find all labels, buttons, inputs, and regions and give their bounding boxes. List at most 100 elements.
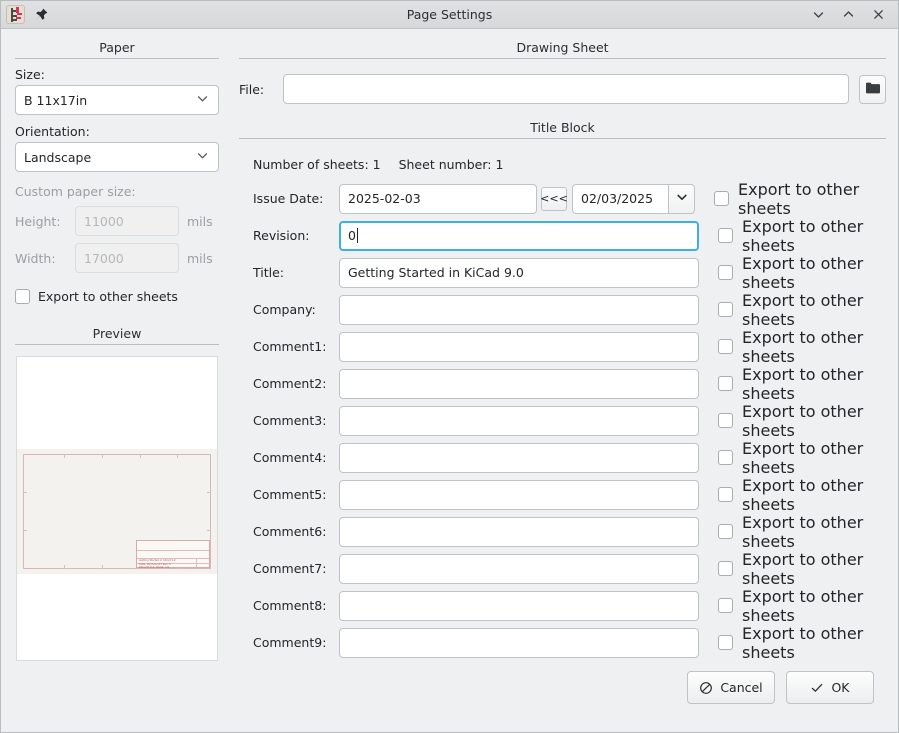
paper-orientation-select[interactable]: Landscape: [15, 142, 219, 172]
title-block-export-checkbox[interactable]: [718, 598, 733, 613]
sheet-number-label: Sheet number: 1: [399, 157, 504, 172]
title-block-export-checkbox[interactable]: [718, 487, 733, 502]
title-block-field-input[interactable]: [339, 517, 699, 547]
title-block-row: Comment3:Export to other sheets: [239, 402, 886, 439]
title-block-export-row[interactable]: Export to other sheets: [718, 291, 886, 329]
sheet-and-titleblock-panel: Drawing Sheet File: Title Block: [233, 29, 898, 732]
title-block-row: Comment2: Export to other sheets: [239, 365, 886, 402]
issue-date-picker[interactable]: 02/03/2025: [572, 184, 695, 214]
custom-height-label: Height:: [15, 214, 67, 229]
issue-date-export-checkbox[interactable]: [714, 191, 729, 206]
title-block-field-input[interactable]: [339, 443, 699, 473]
pin-icon[interactable]: [33, 7, 49, 23]
title-block-export-row[interactable]: Export to other sheets: [718, 217, 886, 255]
title-block-field-label: Comment2:: [239, 376, 339, 391]
title-block-export-row[interactable]: Export to other sheets: [718, 587, 886, 625]
title-block-export-checkbox[interactable]: [718, 635, 733, 650]
paper-section-rule: [15, 58, 219, 59]
title-block-export-checkbox[interactable]: [718, 265, 733, 280]
title-block-export-label: Export to other sheets: [742, 328, 886, 366]
drawing-sheet-file-row: File:: [239, 74, 886, 104]
issue-date-prev-button[interactable]: <<<: [541, 187, 567, 211]
ok-button[interactable]: OK: [786, 671, 874, 704]
custom-width-label: Width:: [15, 251, 67, 266]
title-block-field-label: Comment7:: [239, 561, 339, 576]
title-block-export-row[interactable]: Export to other sheets: [718, 328, 886, 366]
drawing-sheet-section-title: Drawing Sheet: [239, 40, 886, 58]
title-block-export-checkbox[interactable]: [718, 302, 733, 317]
title-block-export-row[interactable]: Export to other sheets: [718, 365, 886, 403]
paper-export-label: Export to other sheets: [38, 289, 178, 304]
title-block-field-input[interactable]: [339, 406, 699, 436]
title-block-field-input[interactable]: [339, 480, 699, 510]
title-block-field-input[interactable]: [339, 554, 699, 584]
title-block-export-checkbox[interactable]: [718, 413, 733, 428]
drawing-sheet-section-header: Drawing Sheet: [239, 40, 886, 59]
title-block-export-checkbox[interactable]: [718, 339, 733, 354]
title-block-field-label: Comment8:: [239, 598, 339, 613]
preview-sheet-extra: KiCad E.D.A. Sheet: 1/1: [139, 566, 207, 569]
issue-date-row: Issue Date: 2025-02-03 <<< 02/03/2025: [239, 180, 886, 217]
preview-section-title: Preview: [15, 326, 219, 344]
paper-panel: Paper Size: B 11x17in Orientation: Lands…: [1, 29, 233, 732]
issue-date-picker-button[interactable]: [668, 184, 695, 214]
title-block-export-row[interactable]: Export to other sheets: [718, 624, 886, 662]
page-settings-dialog: Page Settings Paper Size: B 11x17: [0, 0, 899, 733]
title-block-row: Comment9:Export to other sheets: [239, 624, 886, 661]
paper-size-select[interactable]: B 11x17in: [15, 85, 219, 115]
title-block-export-label: Export to other sheets: [742, 365, 886, 403]
title-block-field-input[interactable]: [339, 295, 699, 325]
title-block-field-input[interactable]: [339, 628, 699, 658]
title-block-export-checkbox[interactable]: [718, 228, 733, 243]
title-block-section-header: Title Block: [239, 120, 886, 139]
issue-date-export-row[interactable]: Export to other sheets: [714, 180, 886, 218]
title-block-field-input[interactable]: [339, 369, 699, 399]
title-block-export-row[interactable]: Export to other sheets: [718, 550, 886, 588]
title-block-field-label: Comment1:: [239, 339, 339, 354]
title-block-export-row[interactable]: Export to other sheets: [718, 439, 886, 477]
dialog-body: Paper Size: B 11x17in Orientation: Lands…: [1, 29, 898, 732]
cancel-button[interactable]: Cancel: [687, 671, 775, 704]
preview-sheet: Getting Started in KiCad 9.0 Date: 2025-…: [17, 449, 217, 574]
title-block-field-input[interactable]: [339, 591, 699, 621]
title-block-export-row[interactable]: Export to other sheets: [718, 513, 886, 551]
preview-area: Getting Started in KiCad 9.0 Date: 2025-…: [15, 353, 219, 732]
title-block-export-label: Export to other sheets: [742, 513, 886, 551]
drawing-sheet-file-input[interactable]: [283, 74, 849, 104]
chevron-down-icon: [675, 189, 689, 208]
title-block-row: Revision:0Export to other sheets: [239, 217, 886, 254]
title-block-export-checkbox[interactable]: [718, 376, 733, 391]
title-block-export-checkbox[interactable]: [718, 450, 733, 465]
title-block-export-row[interactable]: Export to other sheets: [718, 476, 886, 514]
kicad-schematic-icon: [6, 5, 25, 24]
browse-file-button[interactable]: [859, 75, 886, 104]
maximize-button[interactable]: [840, 7, 856, 23]
title-block-export-checkbox[interactable]: [718, 524, 733, 539]
paper-export-checkbox[interactable]: [15, 289, 30, 304]
title-block-row: Comment6: Export to other sheets: [239, 513, 886, 550]
paper-section-header: Paper: [15, 40, 219, 59]
issue-date-input[interactable]: 2025-02-03: [339, 184, 537, 214]
title-block-field-label: Comment6:: [239, 524, 339, 539]
title-block-field-input[interactable]: Getting Started in KiCad 9.0: [339, 258, 699, 288]
close-button[interactable]: [870, 7, 886, 23]
paper-orientation-value: Landscape: [24, 150, 91, 165]
title-block-export-checkbox[interactable]: [718, 561, 733, 576]
ok-button-label: OK: [831, 680, 849, 695]
title-block-export-row[interactable]: Export to other sheets: [718, 402, 886, 440]
preview-section-header: Preview: [15, 326, 219, 345]
drawing-sheet-file-label: File:: [239, 82, 273, 97]
title-block-export-row[interactable]: Export to other sheets: [718, 254, 886, 292]
paper-export-checkbox-row[interactable]: Export to other sheets: [15, 289, 219, 304]
paper-size-value: B 11x17in: [24, 93, 87, 108]
issue-date-picker-value[interactable]: 02/03/2025: [572, 184, 668, 214]
title-bar: Page Settings: [1, 1, 898, 29]
title-block-export-label: Export to other sheets: [742, 254, 886, 292]
cancel-button-label: Cancel: [720, 680, 762, 695]
title-block-field-input[interactable]: 0: [339, 221, 699, 251]
minimize-button[interactable]: [810, 7, 826, 23]
window-title: Page Settings: [1, 1, 898, 28]
title-block-field-input[interactable]: [339, 332, 699, 362]
title-block-field-label: Comment4:: [239, 450, 339, 465]
custom-width-row: Width: 17000 mils: [15, 243, 219, 273]
